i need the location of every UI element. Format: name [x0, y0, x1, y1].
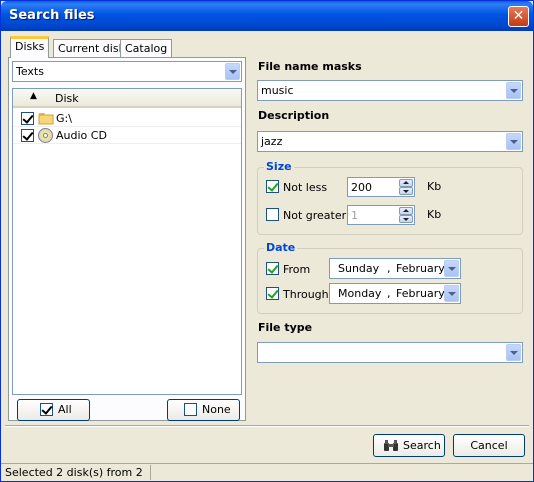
- disk-checkbox[interactable]: [21, 129, 34, 142]
- spin-up-icon[interactable]: [399, 207, 413, 215]
- search-label: Search: [403, 439, 441, 452]
- not-less-unit: Kb: [427, 180, 442, 193]
- through-checkbox[interactable]: [266, 287, 279, 300]
- binoculars-icon: [384, 440, 398, 451]
- separator: [5, 425, 529, 427]
- file-name-masks-label: File name masks: [258, 60, 362, 73]
- chevron-down-icon[interactable]: [225, 63, 240, 80]
- tab-current-disk[interactable]: Current disk: [53, 39, 130, 57]
- tab-disks[interactable]: Disks: [10, 36, 50, 58]
- search-button[interactable]: Search: [373, 434, 445, 457]
- folder-icon: [38, 113, 54, 125]
- tab-catalog[interactable]: Catalog: [120, 39, 173, 57]
- file-name-masks-value: music: [261, 84, 294, 97]
- through-day: Monday: [338, 287, 382, 300]
- select-all-button[interactable]: All: [17, 399, 90, 421]
- from-date-picker[interactable]: Sunday , February: [329, 258, 461, 279]
- date-group-title: Date: [264, 241, 298, 254]
- checkbox-icon: [184, 403, 197, 416]
- status-text: Selected 2 disk(s) from 2: [5, 466, 143, 479]
- checkbox-icon: [40, 403, 53, 416]
- description-value: jazz: [261, 135, 283, 148]
- not-greater-unit: Kb: [427, 208, 442, 221]
- through-date-picker[interactable]: Monday , February: [329, 283, 461, 304]
- file-type-combo[interactable]: [257, 342, 523, 363]
- disk-filter-value: Texts: [16, 65, 44, 78]
- close-icon[interactable]: ✕: [508, 6, 529, 27]
- disk-list-header[interactable]: ▲ Disk: [13, 89, 241, 108]
- through-label: Through: [283, 288, 329, 301]
- chevron-down-icon[interactable]: [506, 82, 521, 99]
- not-less-checkbox[interactable]: [266, 180, 279, 193]
- status-divider: [150, 465, 151, 480]
- list-item[interactable]: G:\: [13, 110, 241, 127]
- disk-list[interactable]: ▲ Disk G:\ Audio CD: [12, 88, 242, 395]
- file-name-masks-combo[interactable]: music: [257, 80, 523, 101]
- through-month: February: [396, 287, 445, 300]
- spin-down-icon[interactable]: [399, 215, 413, 223]
- not-less-spinner[interactable]: 200: [347, 177, 415, 197]
- spin-down-icon[interactable]: [399, 187, 413, 195]
- disk-filter-combo[interactable]: Texts: [12, 61, 242, 82]
- from-month: February: [396, 262, 445, 275]
- chevron-down-icon[interactable]: [444, 285, 459, 302]
- size-group-title: Size: [264, 160, 294, 173]
- cancel-button[interactable]: Cancel: [453, 434, 525, 457]
- window-title: Search files: [9, 8, 95, 23]
- cd-icon: [38, 128, 53, 143]
- chevron-down-icon[interactable]: [506, 344, 521, 361]
- chevron-down-icon[interactable]: [506, 133, 521, 150]
- not-less-value: 200: [351, 181, 372, 194]
- spin-up-icon[interactable]: [399, 179, 413, 187]
- title-bar[interactable]: Search files ✕: [1, 1, 533, 31]
- from-day: Sunday: [338, 262, 380, 275]
- not-less-label: Not less: [283, 181, 328, 194]
- disk-column-header: Disk: [55, 92, 79, 105]
- all-label: All: [58, 403, 72, 416]
- not-greater-label: Not greater: [283, 209, 347, 222]
- from-checkbox[interactable]: [266, 262, 279, 275]
- disk-checkbox[interactable]: [21, 112, 34, 125]
- not-greater-checkbox[interactable]: [266, 208, 279, 221]
- select-none-button[interactable]: None: [167, 399, 240, 421]
- through-separator: ,: [387, 287, 391, 300]
- description-label: Description: [258, 109, 330, 122]
- none-label: None: [202, 403, 231, 416]
- file-type-label: File type: [258, 321, 313, 334]
- search-files-window: Search files ✕ Current disk Catalog Disk…: [0, 0, 534, 482]
- from-separator: ,: [387, 262, 391, 275]
- chevron-down-icon[interactable]: [444, 260, 459, 277]
- from-label: From: [283, 263, 311, 276]
- list-item[interactable]: Audio CD: [13, 127, 241, 144]
- description-combo[interactable]: jazz: [257, 131, 523, 152]
- not-greater-spinner[interactable]: 1: [347, 205, 415, 225]
- sort-ascending-icon: ▲: [30, 91, 37, 101]
- disks-tab-panel: Texts ▲ Disk G:\ Audio CD All None: [8, 57, 246, 421]
- status-bar: Selected 2 disk(s) from 2: [1, 463, 533, 481]
- not-greater-value: 1: [351, 209, 358, 222]
- disk-label: G:\: [56, 112, 72, 125]
- disk-label: Audio CD: [56, 129, 107, 142]
